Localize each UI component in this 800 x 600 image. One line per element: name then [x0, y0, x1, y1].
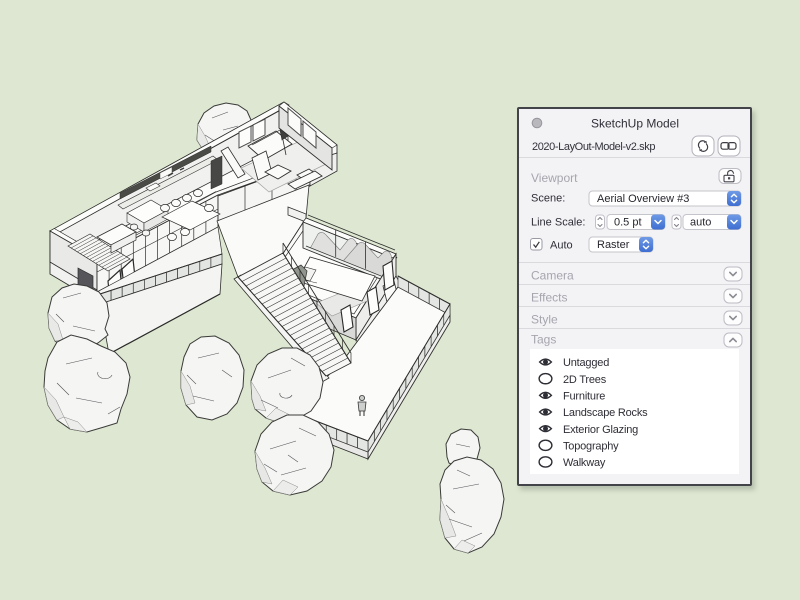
svg-text:Exterior Glazing: Exterior Glazing: [563, 424, 638, 436]
svg-text:2020-LayOut-Model-v2.skp: 2020-LayOut-Model-v2.skp: [532, 141, 655, 153]
svg-text:Viewport: Viewport: [531, 171, 578, 185]
svg-text:0.5 pt: 0.5 pt: [614, 217, 642, 229]
svg-text:Furniture: Furniture: [563, 391, 605, 403]
svg-text:Tags: Tags: [531, 333, 556, 347]
svg-text:Topography: Topography: [563, 441, 619, 453]
svg-text:Scene:: Scene:: [531, 193, 565, 205]
svg-text:Camera: Camera: [531, 269, 574, 283]
svg-text:Untagged: Untagged: [563, 357, 609, 369]
svg-text:auto: auto: [690, 217, 711, 229]
svg-text:Walkway: Walkway: [563, 457, 606, 469]
svg-text:Style: Style: [531, 313, 558, 327]
svg-text:2D Trees: 2D Trees: [563, 374, 607, 386]
svg-text:SketchUp Model: SketchUp Model: [591, 117, 679, 131]
svg-text:Auto: Auto: [550, 240, 573, 252]
svg-text:Raster: Raster: [597, 239, 630, 251]
svg-text:Aerial Overview #3: Aerial Overview #3: [597, 193, 689, 205]
svg-text:Line Scale:: Line Scale:: [531, 217, 585, 229]
svg-text:Effects: Effects: [531, 291, 567, 305]
svg-text:Landscape Rocks: Landscape Rocks: [563, 407, 648, 419]
